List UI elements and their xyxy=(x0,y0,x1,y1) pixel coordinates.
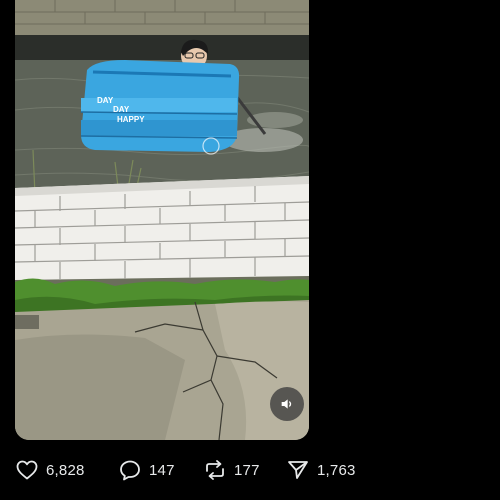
repost-icon xyxy=(203,458,227,482)
repost-count: 177 xyxy=(234,461,260,479)
like-count: 6,828 xyxy=(46,461,85,479)
pool-label-line3: HAPPY xyxy=(117,115,145,124)
reply-button[interactable]: 147 xyxy=(118,458,203,482)
reply-count: 147 xyxy=(149,461,175,479)
like-button[interactable]: 6,828 xyxy=(15,458,118,482)
repost-button[interactable]: 177 xyxy=(203,458,286,482)
comment-icon xyxy=(118,458,142,482)
share-count: 1,763 xyxy=(317,461,356,479)
video-frame: DAY DAY HAPPY xyxy=(15,0,309,440)
post-video[interactable]: DAY DAY HAPPY xyxy=(15,0,309,440)
share-button[interactable]: 1,763 xyxy=(286,458,366,482)
mute-toggle-button[interactable] xyxy=(270,387,304,421)
heart-icon xyxy=(15,458,39,482)
post-action-bar: 6,828 147 177 1,763 xyxy=(15,456,366,484)
send-icon xyxy=(286,458,310,482)
speaker-icon xyxy=(281,399,292,409)
pool-label-line2: DAY xyxy=(113,105,130,114)
pool-label-line1: DAY xyxy=(97,96,114,105)
